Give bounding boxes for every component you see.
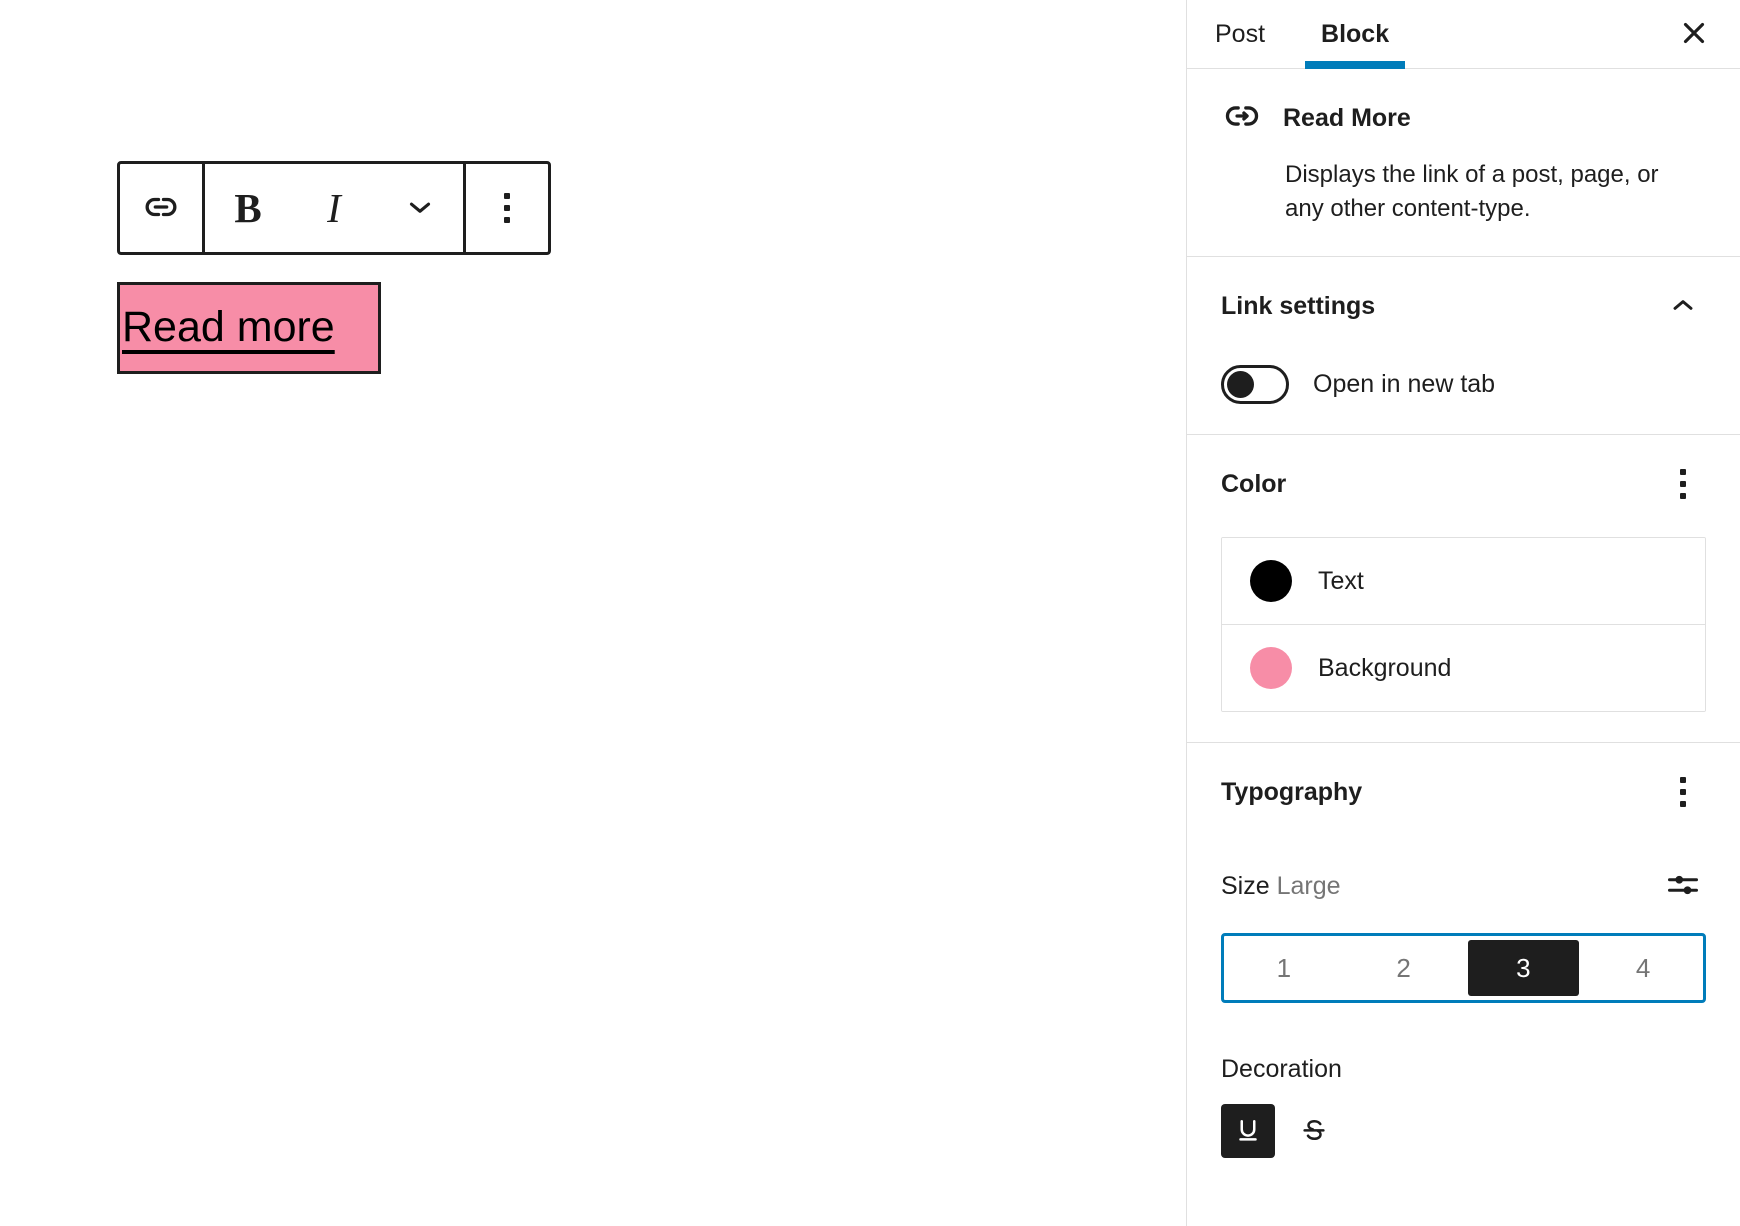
color-option-background[interactable]: Background (1222, 624, 1705, 712)
settings-sliders-icon (1665, 867, 1701, 906)
block-card: Read More Displays the link of a post, p… (1187, 69, 1740, 258)
font-size-row: Size Large (1221, 863, 1706, 909)
block-card-header: Read More (1221, 95, 1706, 142)
decoration-buttons (1221, 1104, 1706, 1159)
underline-button[interactable] (1221, 1104, 1275, 1159)
typography-panel-header: Typography (1221, 769, 1706, 815)
open-in-new-tab-row: Open in new tab (1221, 365, 1706, 405)
decoration-label: Decoration (1221, 1055, 1342, 1084)
color-option-text[interactable]: Text (1222, 538, 1705, 625)
editor-canvas: B I Read more (0, 0, 1186, 1226)
typography-options-button[interactable] (1660, 769, 1706, 815)
close-sidebar-button[interactable] (1668, 8, 1720, 60)
font-size-picker[interactable]: 1 2 3 4 (1221, 933, 1706, 1004)
more-options-vertical-icon (1680, 777, 1686, 808)
close-icon (1677, 16, 1711, 53)
font-size-step-1[interactable]: 1 (1228, 940, 1340, 996)
italic-label: I (327, 184, 341, 231)
underline-icon (1233, 1115, 1263, 1148)
font-size-label: Size (1221, 871, 1270, 900)
link-settings-header[interactable]: Link settings (1221, 283, 1706, 329)
open-in-new-tab-label: Open in new tab (1313, 370, 1496, 399)
tab-block[interactable]: Block (1293, 0, 1417, 69)
chevron-up-icon (1667, 289, 1699, 324)
read-more-link-icon (1221, 95, 1263, 142)
toolbar-group-link (120, 164, 202, 252)
sidebar-tabs: Post Block (1187, 0, 1740, 69)
text-color-swatch (1250, 560, 1292, 603)
link-settings-collapse-button[interactable] (1660, 283, 1706, 329)
toolbar-group-format: B I (205, 164, 463, 252)
font-size-step-4[interactable]: 4 (1587, 940, 1699, 996)
block-options-button[interactable] (466, 164, 548, 252)
color-option-label: Background (1318, 653, 1452, 682)
typography-panel: Typography Size Large 1 2 3 4 Decoration (1187, 743, 1740, 1188)
more-options-vertical-icon (1680, 469, 1686, 500)
settings-sidebar: Post Block Read More Displays the link o (1186, 0, 1740, 1226)
toolbar-group-options (466, 164, 548, 252)
more-formats-button[interactable] (377, 164, 463, 252)
background-color-swatch (1250, 647, 1292, 690)
chevron-down-icon (403, 190, 437, 227)
block-toolbar: B I (117, 161, 551, 255)
color-option-label: Text (1318, 566, 1364, 595)
font-size-custom-button[interactable] (1660, 863, 1706, 909)
link-button[interactable] (120, 164, 202, 252)
font-size-value: Large (1276, 871, 1341, 900)
typography-panel-title: Typography (1221, 777, 1363, 806)
read-more-block[interactable]: Read more (117, 282, 381, 374)
tab-post[interactable]: Post (1187, 0, 1293, 68)
link-settings-title: Link settings (1221, 291, 1376, 320)
toggle-knob (1227, 371, 1254, 399)
open-in-new-tab-toggle[interactable] (1221, 365, 1289, 405)
link-settings-panel: Link settings Open in new tab (1187, 257, 1740, 436)
bold-button[interactable]: B (205, 164, 291, 252)
italic-button[interactable]: I (291, 164, 377, 252)
font-size-label-group: Size Large (1221, 872, 1341, 901)
color-panel: Color Text Background (1187, 435, 1740, 744)
block-card-description: Displays the link of a post, page, or an… (1285, 161, 1659, 223)
font-size-step-3[interactable]: 3 (1467, 940, 1580, 997)
link-icon (141, 187, 181, 230)
strikethrough-icon (1299, 1115, 1329, 1148)
block-card-title: Read More (1283, 104, 1411, 132)
color-options-list: Text Background (1221, 537, 1706, 713)
strikethrough-button[interactable] (1287, 1104, 1341, 1158)
font-size-step-2[interactable]: 2 (1348, 940, 1460, 996)
bold-label: B (234, 184, 262, 231)
more-options-vertical-icon (504, 193, 510, 223)
color-panel-header: Color (1221, 461, 1706, 507)
color-options-button[interactable] (1660, 461, 1706, 507)
color-panel-title: Color (1221, 469, 1287, 498)
read-more-link[interactable]: Read more (120, 304, 335, 352)
